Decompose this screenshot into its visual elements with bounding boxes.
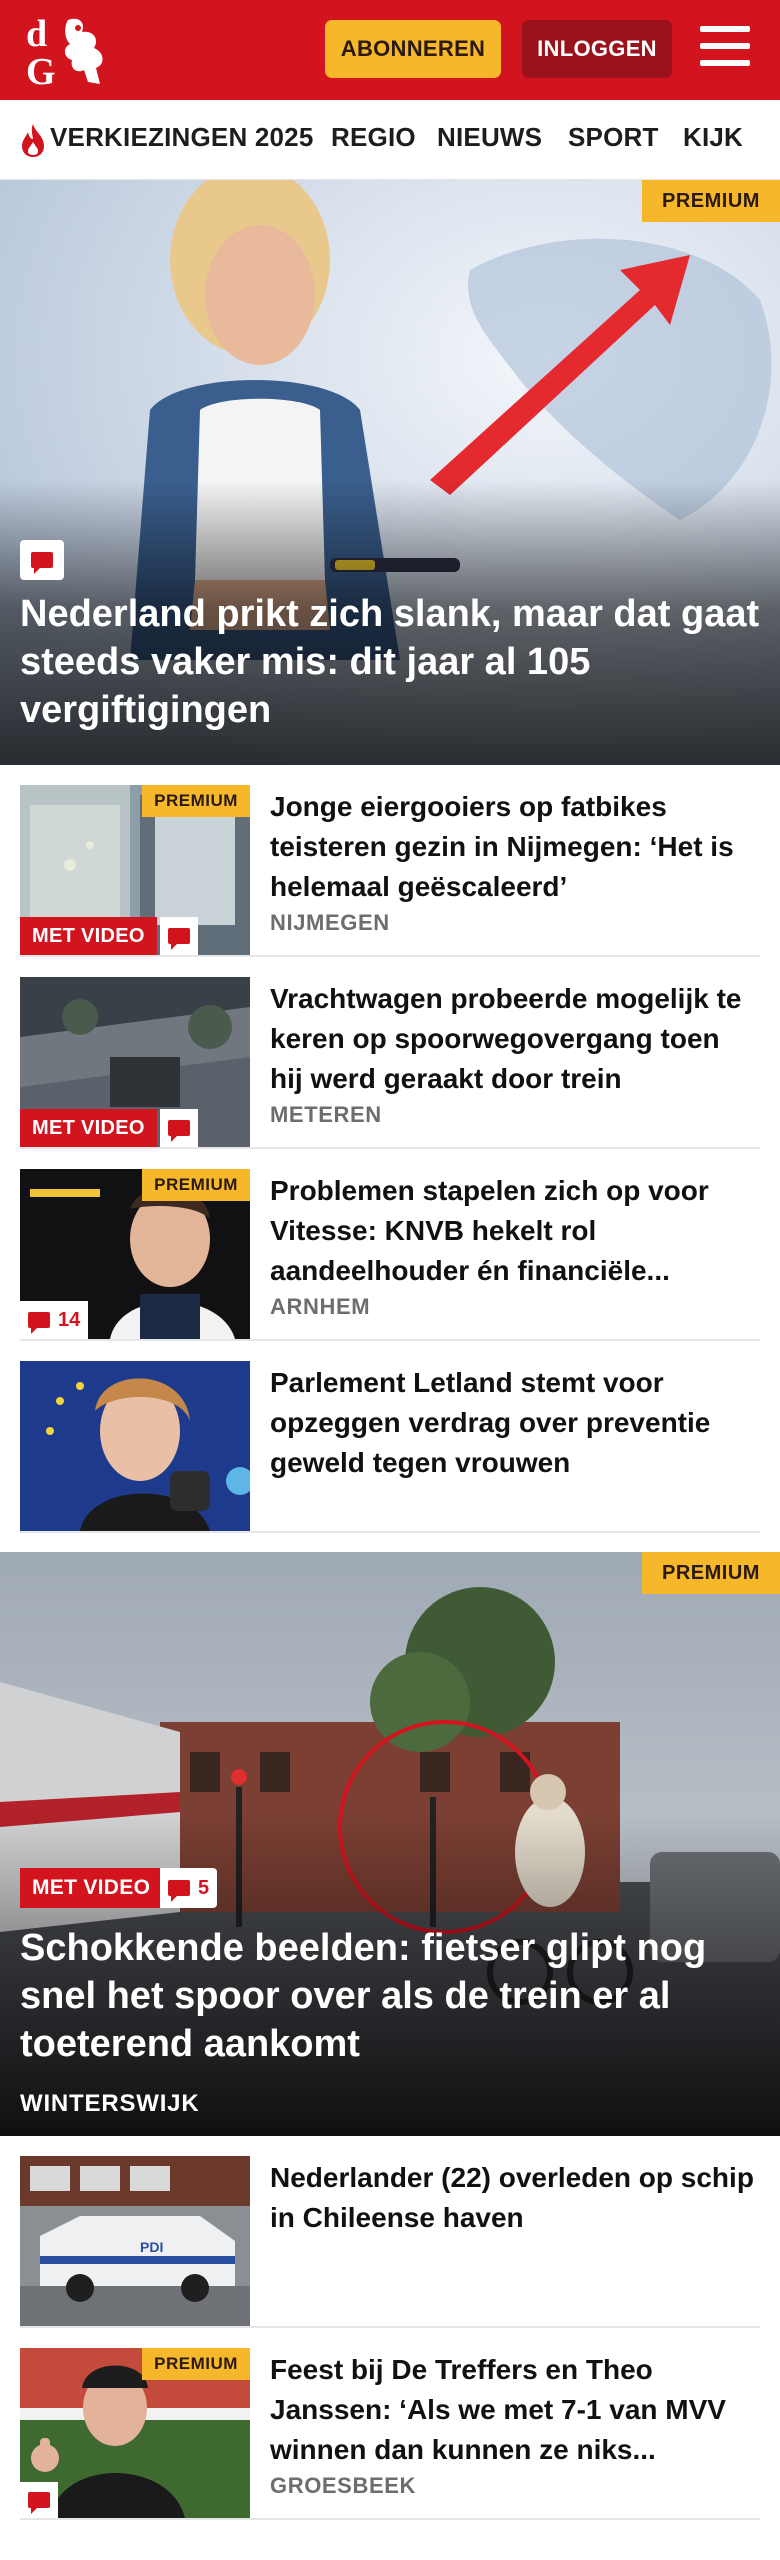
premium-badge: PREMIUM bbox=[642, 180, 780, 222]
list-item[interactable]: PREMIUM Feest bij De Treffers en Theo Ja… bbox=[20, 2328, 760, 2520]
site-header: d G ABONNEREN INLOGGEN bbox=[0, 0, 780, 100]
article-title[interactable]: Parlement Letland stemt voor opzeggen ve… bbox=[270, 1363, 760, 1483]
comment-icon bbox=[168, 1120, 190, 1142]
list-item[interactable]: PREMIUM MET VIDEO Jonge eiergooiers op f… bbox=[20, 765, 760, 957]
comment-count: 5 bbox=[160, 1868, 218, 1908]
video-badge: MET VIDEO bbox=[20, 917, 157, 955]
premium-badge: PREMIUM bbox=[142, 785, 250, 817]
comment-count: 14 bbox=[20, 1301, 89, 1339]
list-item[interactable]: MET VIDEO Vrachtwagen probeerde mogelijk… bbox=[20, 957, 760, 1149]
video-badge: MET VIDEO bbox=[20, 1868, 163, 1908]
flame-icon bbox=[22, 124, 44, 157]
nav-item-sport[interactable]: SPORT bbox=[568, 122, 659, 153]
article-location: METEREN bbox=[270, 1102, 382, 1127]
premium-badge: PREMIUM bbox=[142, 1169, 250, 1201]
nav-item-nieuws[interactable]: NIEUWS bbox=[437, 122, 542, 153]
hero-title[interactable]: Nederland prikt zich slank, maar dat gaa… bbox=[20, 590, 760, 734]
article-location: NIJMEGEN bbox=[270, 910, 390, 935]
article-thumbnail[interactable]: PREMIUM MET VIDEO bbox=[20, 785, 250, 955]
main-nav: VERKIEZINGEN 2025 REGIO NIEUWS SPORT KIJ… bbox=[0, 100, 780, 180]
comment-count bbox=[20, 2482, 58, 2518]
article-thumbnail[interactable]: MET VIDEO bbox=[20, 977, 250, 1147]
comment-count bbox=[160, 917, 198, 955]
article-location: ARNHEM bbox=[270, 1294, 371, 1319]
article-title[interactable]: Problemen stapelen zich op voor Vitesse:… bbox=[270, 1171, 760, 1291]
video-badge: MET VIDEO bbox=[20, 1109, 157, 1147]
login-button[interactable]: INLOGGEN bbox=[522, 20, 672, 78]
premium-badge: PREMIUM bbox=[642, 1552, 780, 1594]
comment-icon bbox=[28, 1312, 50, 1334]
site-logo[interactable]: d G bbox=[20, 12, 120, 90]
svg-text:PDI: PDI bbox=[140, 2239, 163, 2255]
nav-item-kijk[interactable]: KIJK bbox=[683, 122, 743, 153]
article-title[interactable]: Feest bij De Treffers en Theo Janssen: ‘… bbox=[270, 2350, 760, 2470]
hero-article[interactable]: PREMIUM Nederland prikt zich slank, maar… bbox=[0, 180, 780, 765]
premium-badge: PREMIUM bbox=[142, 2348, 250, 2380]
nav-item-verkiezingen[interactable]: VERKIEZINGEN 2025 bbox=[50, 122, 314, 153]
list-item[interactable]: PDI Nederlander (22) overleden op schip … bbox=[20, 2136, 760, 2328]
video-hero-location: WINTERSWIJK bbox=[20, 2090, 200, 2117]
subscribe-button[interactable]: ABONNEREN bbox=[325, 20, 501, 78]
article-thumbnail[interactable]: PDI bbox=[20, 2156, 250, 2326]
comment-icon bbox=[20, 540, 64, 580]
article-title[interactable]: Jonge eiergooiers op fatbikes teisteren … bbox=[270, 787, 760, 907]
menu-icon[interactable] bbox=[700, 26, 752, 72]
article-thumbnail[interactable]: PREMIUM 14 bbox=[20, 1169, 250, 1339]
comment-icon bbox=[28, 2492, 50, 2514]
thumbnail-image: PDI bbox=[20, 2156, 250, 2326]
article-thumbnail[interactable] bbox=[20, 1361, 250, 1531]
video-hero-title[interactable]: Schokkende beelden: fietser glipt nog sn… bbox=[20, 1924, 760, 2068]
comment-count bbox=[160, 1109, 198, 1147]
comment-icon bbox=[168, 928, 190, 950]
article-title[interactable]: Nederlander (22) overleden op schip in C… bbox=[270, 2158, 760, 2238]
article-location: GROESBEEK bbox=[270, 2473, 416, 2498]
comment-icon bbox=[168, 1880, 190, 1902]
nav-item-regio[interactable]: REGIO bbox=[331, 122, 416, 153]
list-item[interactable]: Parlement Letland stemt voor opzeggen ve… bbox=[20, 1341, 760, 1533]
thumbnail-image bbox=[20, 1361, 250, 1531]
svg-text:G: G bbox=[26, 51, 56, 90]
article-thumbnail[interactable]: PREMIUM bbox=[20, 2348, 250, 2518]
article-title[interactable]: Vrachtwagen probeerde mogelijk te keren … bbox=[270, 979, 760, 1099]
list-item[interactable]: PREMIUM 14 Problemen stapelen zich op vo… bbox=[20, 1149, 760, 1341]
svg-text:d: d bbox=[26, 13, 47, 55]
